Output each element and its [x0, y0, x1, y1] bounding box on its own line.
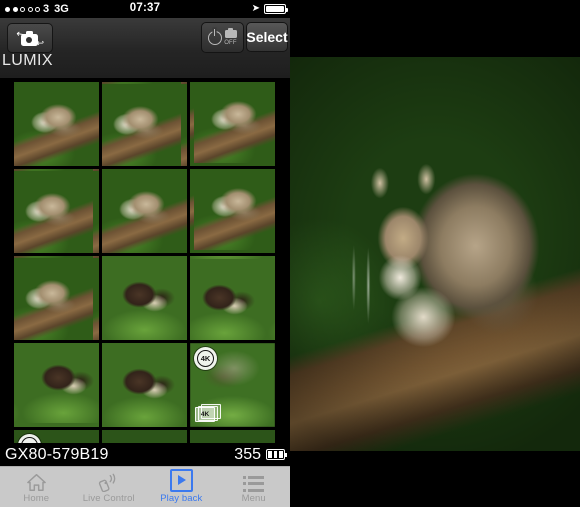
arrow-out-icon: ↩	[36, 37, 44, 48]
thumbnail-image	[14, 256, 99, 340]
app-nav-bar: ↖ ↩ OFF Select LUMIX	[0, 18, 290, 79]
home-icon	[26, 472, 47, 492]
thumbnail-item[interactable]	[190, 169, 275, 253]
app-title: LUMIX	[2, 52, 53, 69]
thumbnail-item[interactable]	[102, 430, 187, 443]
thumbnail-image	[102, 169, 187, 253]
thumbnail-item[interactable]	[14, 169, 99, 253]
status-bar-clock: 07:37	[129, 2, 161, 15]
tab-live-control-label: Live Control	[82, 492, 135, 504]
camera-name-label: GX80-579B19	[5, 445, 109, 463]
thumbnail-item[interactable]	[102, 82, 187, 166]
thumbnail-item[interactable]: 4K 4K	[190, 343, 275, 427]
thumbnail-image	[102, 82, 187, 166]
thumbnail-image	[190, 82, 275, 166]
remaining-shots-count: 355	[234, 445, 261, 463]
thumbnail-image	[102, 430, 187, 443]
4k-photo-badge-icon: 4K	[194, 347, 217, 370]
battery-icon	[264, 4, 288, 14]
letterbox-top	[290, 0, 580, 57]
camera-connect-icon[interactable]: ↖ ↩	[7, 23, 53, 53]
thumbnail-image	[14, 169, 99, 253]
camera-glyph: ↖ ↩	[14, 27, 44, 48]
app-screenshot: 3 3G 07:37 ➤ ↖ ↩ OFF	[0, 0, 580, 507]
camera-off-icon: OFF	[224, 27, 238, 46]
select-button[interactable]: Select	[246, 22, 288, 52]
thumbnail-item[interactable]: 4K	[14, 430, 99, 443]
camera-info-right: 355	[234, 446, 290, 464]
status-bar-right: ➤	[252, 4, 290, 14]
tab-home-label: Home	[23, 492, 50, 504]
tab-home[interactable]: Home	[0, 467, 73, 507]
bottom-tab-bar[interactable]: Home Live Control Play back Menu	[0, 466, 290, 507]
list-menu-icon	[243, 472, 264, 492]
play-square-glyph	[169, 468, 193, 492]
thumbnail-item[interactable]	[102, 343, 187, 427]
thumbnail-image	[102, 343, 187, 427]
4k-badge-label: 4K	[197, 350, 214, 367]
camera-battery-icon	[266, 449, 287, 460]
tab-menu[interactable]: Menu	[218, 467, 291, 507]
phone-panel: 3 3G 07:37 ➤ ↖ ↩ OFF	[0, 0, 290, 507]
thumbnail-item[interactable]	[14, 343, 99, 427]
thumbnail-image	[190, 256, 275, 340]
ios-status-bar: 3 3G 07:37 ➤	[0, 0, 290, 18]
thumbnail-item[interactable]	[14, 256, 99, 340]
photo-vignette	[290, 57, 580, 451]
thumbnail-item[interactable]	[190, 256, 275, 340]
photo-viewer-panel[interactable]	[290, 0, 580, 507]
tab-live-control[interactable]: Live Control	[73, 467, 146, 507]
power-off-label: OFF	[224, 39, 237, 46]
remote-live-icon	[98, 472, 119, 492]
list-menu-glyph	[243, 476, 264, 492]
camera-off-glyph	[224, 27, 237, 38]
thumbnail-item[interactable]	[190, 430, 275, 443]
power-icon	[207, 28, 222, 45]
tab-playback-label: Play back	[160, 492, 203, 504]
thumbnail-image	[190, 430, 275, 443]
thumbnail-image	[190, 169, 275, 253]
wildcat-photo	[290, 57, 580, 451]
thumbnail-item[interactable]	[102, 169, 187, 253]
thumbnail-grid-inner: 4K 4K 4K	[14, 82, 275, 443]
tab-playback[interactable]: Play back	[145, 467, 218, 507]
camera-body-shape	[21, 31, 38, 46]
thumbnail-image	[14, 82, 99, 166]
tab-menu-label: Menu	[241, 492, 266, 504]
play-square-icon	[169, 468, 193, 492]
stack-layer-front: 4K	[195, 407, 215, 422]
location-arrow-icon: ➤	[251, 3, 260, 14]
camera-info-strip: GX80-579B19 355	[0, 443, 290, 466]
thumbnail-item[interactable]	[190, 82, 275, 166]
thumbnail-grid[interactable]: 4K 4K 4K	[0, 78, 290, 443]
thumbnail-item[interactable]	[14, 82, 99, 166]
burst-stack-badge-icon: 4K	[195, 402, 221, 422]
thumbnail-item[interactable]	[102, 256, 187, 340]
camera-power-off-button[interactable]: OFF	[201, 22, 244, 53]
thumbnail-image	[14, 343, 99, 427]
thumbnail-image	[102, 256, 187, 340]
letterbox-bottom	[290, 451, 580, 507]
